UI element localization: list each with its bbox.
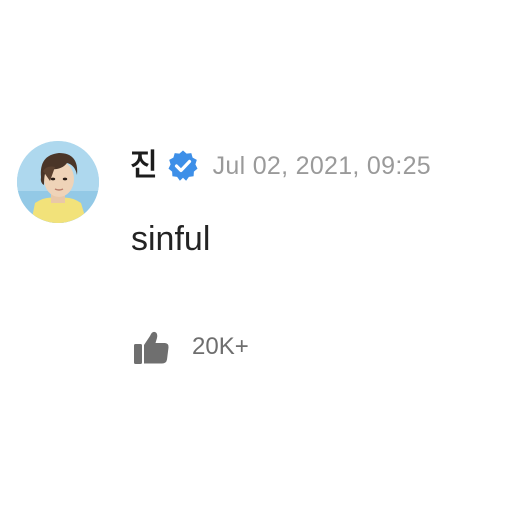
comment-header: 진 Jul 02, 2021, 09:25 xyxy=(130,146,431,186)
avatar-photo xyxy=(17,141,99,223)
like-row: 20K+ xyxy=(131,325,249,369)
thumbs-up-icon[interactable] xyxy=(131,326,173,368)
author-avatar[interactable] xyxy=(17,141,99,223)
author-name[interactable]: 진 xyxy=(130,146,158,186)
comment-card: 진 Jul 02, 2021, 09:25 sinful 20K+ xyxy=(0,0,512,512)
comment-timestamp: Jul 02, 2021, 09:25 xyxy=(212,152,431,180)
verified-badge-icon xyxy=(166,149,200,183)
comment-text: sinful xyxy=(131,220,211,258)
like-count: 20K+ xyxy=(192,333,249,360)
